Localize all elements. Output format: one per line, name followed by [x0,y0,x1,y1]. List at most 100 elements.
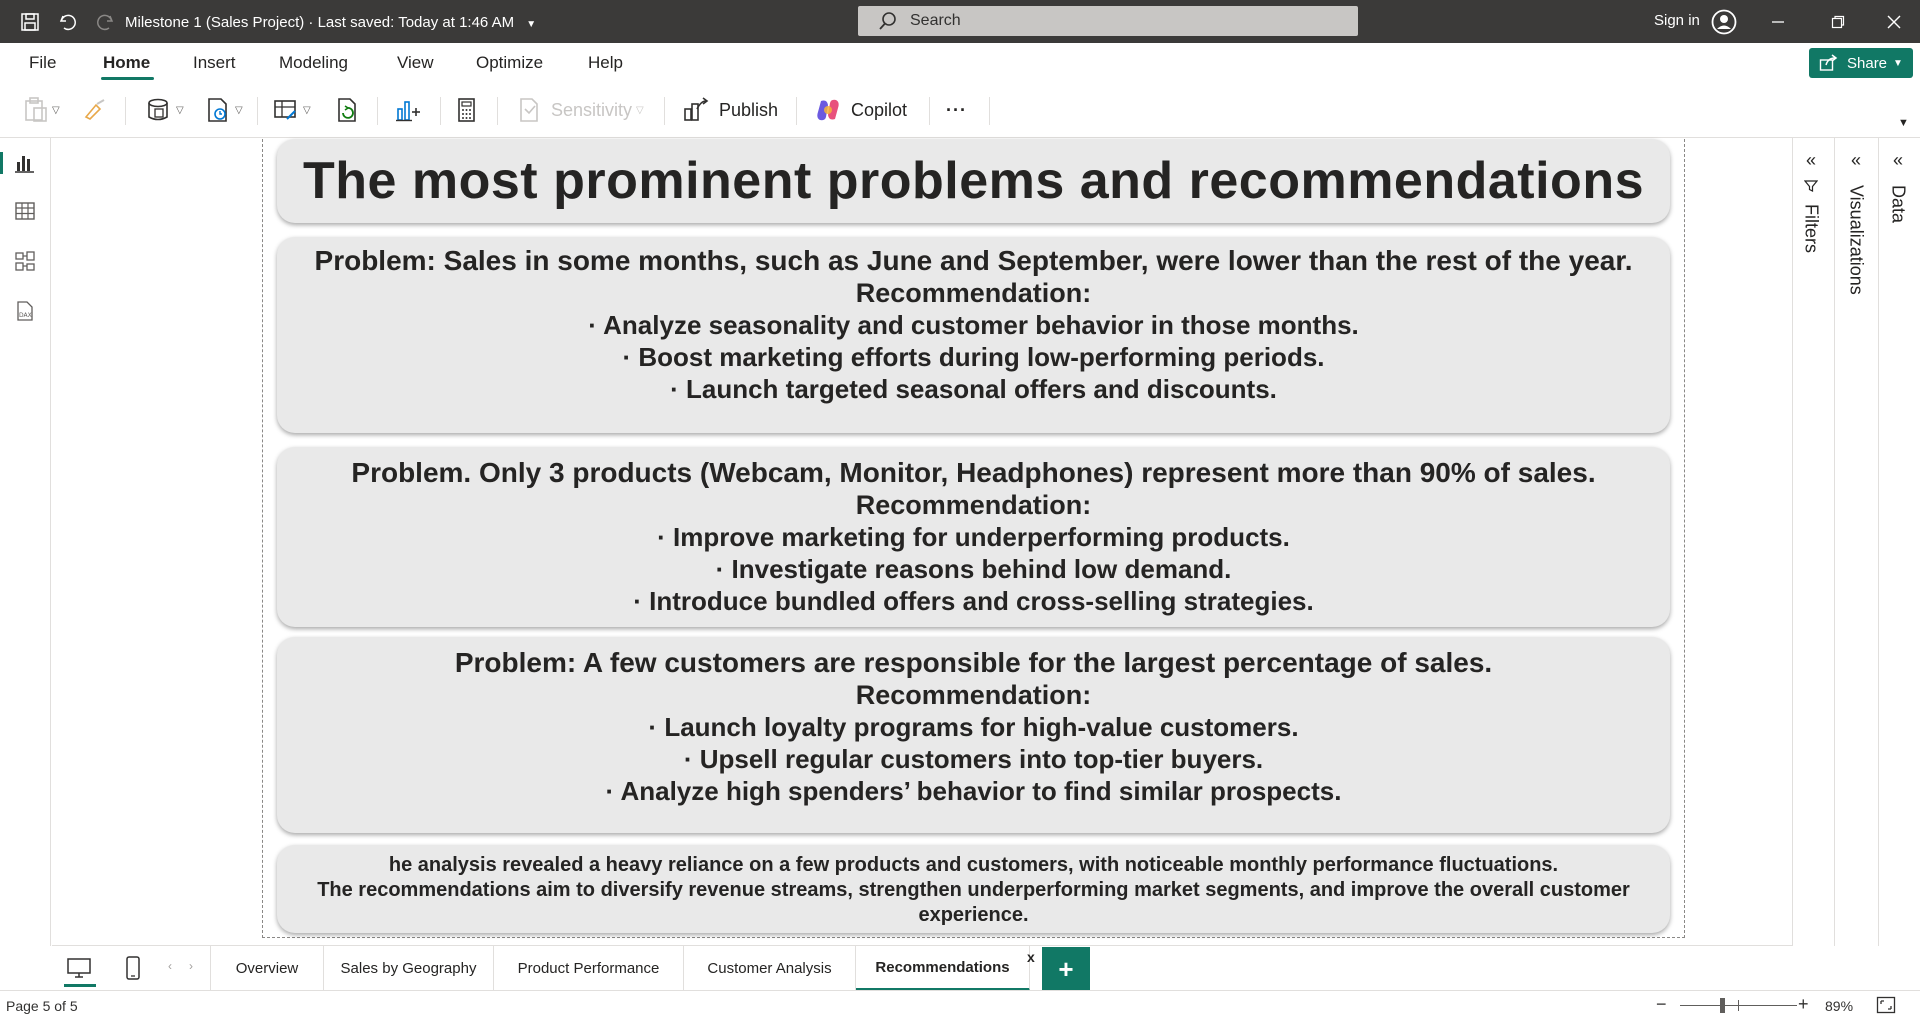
document-title[interactable]: Milestone 1 (Sales Project) · Last saved… [125,14,536,31]
page-tab-customer-analysis[interactable]: Customer Analysis [684,946,856,991]
minimize-icon [1772,21,1784,23]
close-icon [1887,15,1901,29]
filters-pane-tab[interactable]: « Filters [1793,150,1829,253]
publish-button[interactable]: Publish [683,95,778,125]
page-tab-recommendations[interactable]: Recommendations [856,946,1030,991]
recent-sources-button[interactable]: ▽ [205,95,243,125]
undo-icon[interactable] [55,9,81,35]
menu-optimize[interactable]: Optimize [476,53,543,73]
sign-in-link[interactable]: Sign in [1654,12,1700,29]
restore-icon [1831,15,1845,29]
database-icon [148,98,168,121]
minimize-button[interactable] [1756,7,1800,37]
format-painter-button[interactable] [82,95,108,125]
ribbon-separator [796,97,797,125]
add-page-button[interactable]: + [1042,947,1090,991]
mobile-layout-icon[interactable] [119,954,147,982]
publish-icon [684,97,709,121]
copilot-button[interactable]: Copilot [815,95,907,125]
model-view-icon[interactable] [12,248,38,274]
menu-modeling[interactable]: Modeling [279,53,348,73]
share-button[interactable]: Share ▼ [1809,48,1913,78]
title-bar: Milestone 1 (Sales Project) · Last saved… [0,0,1920,43]
copilot-label: Copilot [851,99,908,120]
problem-text: Problem: A few customers are responsible… [454,647,1493,678]
refresh-button[interactable] [335,95,361,125]
ribbon-separator [377,97,378,125]
save-icon[interactable] [17,9,43,35]
recommendation-item: · Analyze seasonality and customer behav… [588,310,1359,340]
active-layout-indicator [64,984,96,987]
menu-help[interactable]: Help [588,53,623,73]
paste-button[interactable]: ▽ [24,95,60,125]
desktop-layout-icon[interactable] [65,954,93,982]
search-input[interactable]: Search [858,6,1358,36]
summary-line: he analysis revealed a heavy reliance on… [388,854,1559,876]
data-pane-tab[interactable]: « Data [1880,150,1916,223]
pane-divider [1878,138,1879,946]
ribbon-separator [440,97,441,125]
recent-sources-icon [208,98,227,122]
more-icon: ··· [946,99,967,120]
fit-to-page-icon[interactable] [1876,996,1896,1014]
zoom-in-button[interactable]: + [1798,994,1809,1015]
dax-query-view-icon[interactable]: DAX [12,298,38,324]
chevron-down-icon: ▼ [526,19,537,30]
recommendation-item: · Investigate reasons behind low demand. [715,554,1232,584]
get-data-button[interactable]: ▽ [146,95,184,125]
redo-icon[interactable] [92,9,118,35]
more-options-button[interactable]: ··· [946,95,967,125]
close-window-button[interactable] [1872,7,1916,37]
share-label: Share [1847,54,1888,72]
last-saved: Last saved: Today at 1:46 AM [317,14,515,31]
page-tab-product-performance[interactable]: Product Performance [494,946,684,991]
page-tab-sales-by-geography[interactable]: Sales by Geography [324,946,494,991]
problem-card-2[interactable]: Problem. Only 3 products (Webcam, Monito… [277,447,1670,627]
close-tab-icon[interactable]: x [1027,949,1035,965]
zoom-slider-handle[interactable] [1720,998,1725,1013]
bar-chart-add-icon [396,101,420,122]
expand-icon: « [1892,150,1903,170]
problem-text: Problem: Sales in some months, such as J… [314,245,1633,276]
chevron-down-icon: ▽ [636,104,644,116]
report-title-card[interactable]: The most prominent problems and recommen… [277,139,1670,223]
scroll-left-icon[interactable]: ‹ [168,959,172,973]
report-view-icon[interactable] [0,150,38,176]
transform-data-button[interactable]: ▽ [273,95,311,125]
report-title: The most prominent problems and recommen… [302,152,1645,210]
ribbon-separator [989,97,990,125]
ribbon-separator [664,97,665,125]
menu-view[interactable]: View [397,53,434,73]
zoom-out-button[interactable]: − [1656,994,1667,1015]
account-icon[interactable] [1711,9,1737,35]
view-rail: DAX [0,138,51,946]
new-visual-button[interactable] [395,95,421,125]
page-tab-overview[interactable]: Overview [210,946,324,991]
menu-home[interactable]: Home [103,53,150,73]
chevron-down-icon[interactable]: ▼ [1898,117,1909,129]
problem-card-1[interactable]: Problem: Sales in some months, such as J… [277,237,1670,433]
problem-card-3[interactable]: Problem: A few customers are responsible… [277,637,1670,833]
ribbon-separator [257,97,258,125]
report-canvas: The most prominent problems and recommen… [52,139,1792,945]
copilot-icon [817,99,839,121]
problem-text: Problem. Only 3 products (Webcam, Monito… [351,457,1596,488]
visualizations-pane-tab[interactable]: « Visualizations [1838,150,1874,295]
recommendation-item: · Boost marketing efforts during low-per… [622,342,1325,372]
format-painter-icon [84,99,105,120]
file-name: Milestone 1 (Sales Project) [125,14,305,31]
menu-file[interactable]: File [29,53,56,73]
sensitivity-button[interactable]: Sensitivity ▽ [517,95,644,125]
menu-insert[interactable]: Insert [193,53,236,73]
recommendation-item: · Launch targeted seasonal offers and di… [670,374,1277,404]
restore-button[interactable] [1816,7,1860,37]
ribbon-separator [125,97,126,125]
expand-icon: « [1850,150,1861,170]
table-view-icon[interactable] [12,198,38,224]
ribbon-separator [929,97,930,125]
scroll-right-icon[interactable]: › [189,959,193,973]
sensitivity-icon [520,98,538,122]
quick-measure-button[interactable] [455,95,479,125]
summary-card[interactable]: he analysis revealed a heavy reliance on… [277,845,1670,933]
menu-bar: File Home Insert Modeling View Optimize … [0,43,1920,83]
